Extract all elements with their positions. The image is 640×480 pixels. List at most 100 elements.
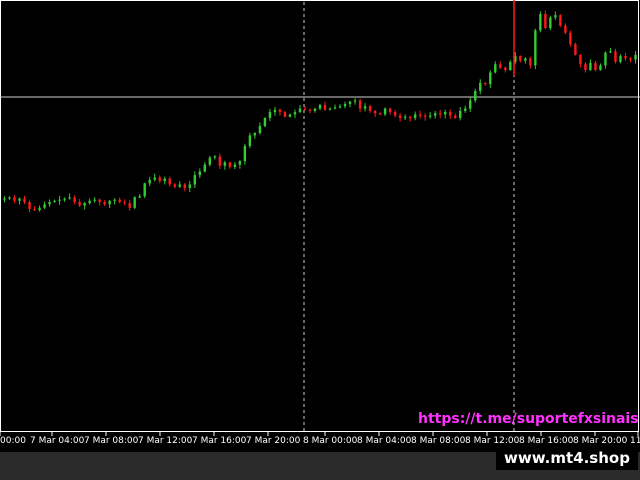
candle-bull [203,164,207,172]
candle-bull [93,199,96,201]
candle-bull [233,164,237,167]
candle-bull [509,61,512,71]
candle-bull [338,106,342,108]
candle-bear [218,156,222,166]
candle-bear [438,113,442,115]
candle-bear [73,197,76,202]
candle-bull [363,106,367,109]
candle-bull [108,200,111,205]
candle-bear [449,112,452,116]
candle-bear [373,110,377,114]
candle-bear [158,177,161,181]
candle-bear [559,15,562,26]
candle-bear [308,109,312,111]
candle-bull [163,178,166,181]
candle-bull [88,200,91,204]
candle-bull [63,198,66,200]
candle-bull [253,133,257,136]
candle-bull [208,157,212,165]
candle-bull [383,108,387,115]
candle-bear [168,178,171,185]
candle-bull [223,162,227,166]
x-tick-label: 8 Mar 20:00 [573,436,628,446]
candle-bear [484,82,487,85]
candle-bull [599,65,602,71]
candle-bull [413,114,417,118]
candle-bear [408,116,412,118]
x-tick-label: 7 Mar 20:00 [246,436,301,446]
candle-bull [474,91,477,101]
x-tick-label: 8 Mar 16:00 [519,436,574,446]
candle-bear [564,25,567,33]
candle-bear [23,198,26,202]
candle-bull [469,100,472,109]
candle-bull [479,82,482,92]
candle-bear [393,112,397,116]
candle-bull [38,207,41,211]
candle-bull [3,198,6,200]
candle-bull [288,114,292,117]
candle-bear [13,197,16,201]
candle-bear [569,32,572,45]
candle-bear [183,184,186,188]
x-tick-label: 7 Mar 16:00 [192,436,247,446]
candle-bull [549,17,552,29]
candle-bull [263,117,267,127]
candle-bear [173,184,176,187]
candle-bull [403,116,407,118]
candle-bull [58,199,61,201]
x-tick-label: 8 Mar 04:00 [357,436,412,446]
candle-bear [128,203,131,208]
candle-bull [213,156,217,158]
candle-bear [574,44,577,55]
telegram-link[interactable]: https://t.me/suportefxsinais [418,411,639,427]
candle-bear [594,63,597,71]
price-chart[interactable]: 00:00 7 Mar 04:00 7 Mar 08:00 7 Mar 12:00 7 … [0,0,640,480]
candle-bull [298,108,302,113]
candle-bull [318,105,322,109]
candle-bull [268,112,272,118]
candle-bull [48,201,51,205]
candle-bull [539,14,542,31]
candle-bull [178,184,181,187]
candle-bull [428,115,432,117]
candle-bear [388,108,392,113]
candle-bull [248,135,252,146]
candle-bear [283,112,287,117]
plot-frame [0,0,639,432]
x-tick-label: 00:00 [0,436,26,446]
candle-bear [629,58,632,60]
candle-bear [624,56,627,59]
x-tick-label: 7 Mar 04:00 [30,436,85,446]
candle-bull [138,196,141,198]
candlestick-chart[interactable]: 00:00 7 Mar 04:00 7 Mar 08:00 7 Mar 12:00 7 … [0,0,640,480]
x-tick-label: 8 Mar 12:00 [465,436,520,446]
x-tick-label: 8 Mar 00:00 [303,436,358,446]
x-tick-label: 11 [630,436,640,446]
candle-bull [443,112,447,115]
candle-bull [243,145,247,162]
candle-bull [193,175,197,185]
candle-bear [614,51,617,62]
candle-bull [258,126,262,134]
candle-bear [28,201,31,209]
candle-bull [554,15,557,18]
candle-bear [323,105,327,110]
candle-bull [589,63,592,71]
candle-bull [459,110,462,118]
candle-bear [103,201,106,205]
candle-bear [519,56,522,61]
candle-bull [433,113,437,116]
candle-bull [273,109,277,113]
candle-bull [53,200,56,202]
candle-bull [43,204,46,208]
candle-bear [398,115,402,118]
candle-bear [454,115,457,118]
candle-bull [494,64,497,73]
candle-bull [609,51,612,53]
x-tick-label: 8 Mar 08:00 [411,436,466,446]
candle-bull [188,184,191,188]
candle-bull [83,203,86,206]
candle-bull [489,72,492,85]
candle-bull [619,56,622,62]
